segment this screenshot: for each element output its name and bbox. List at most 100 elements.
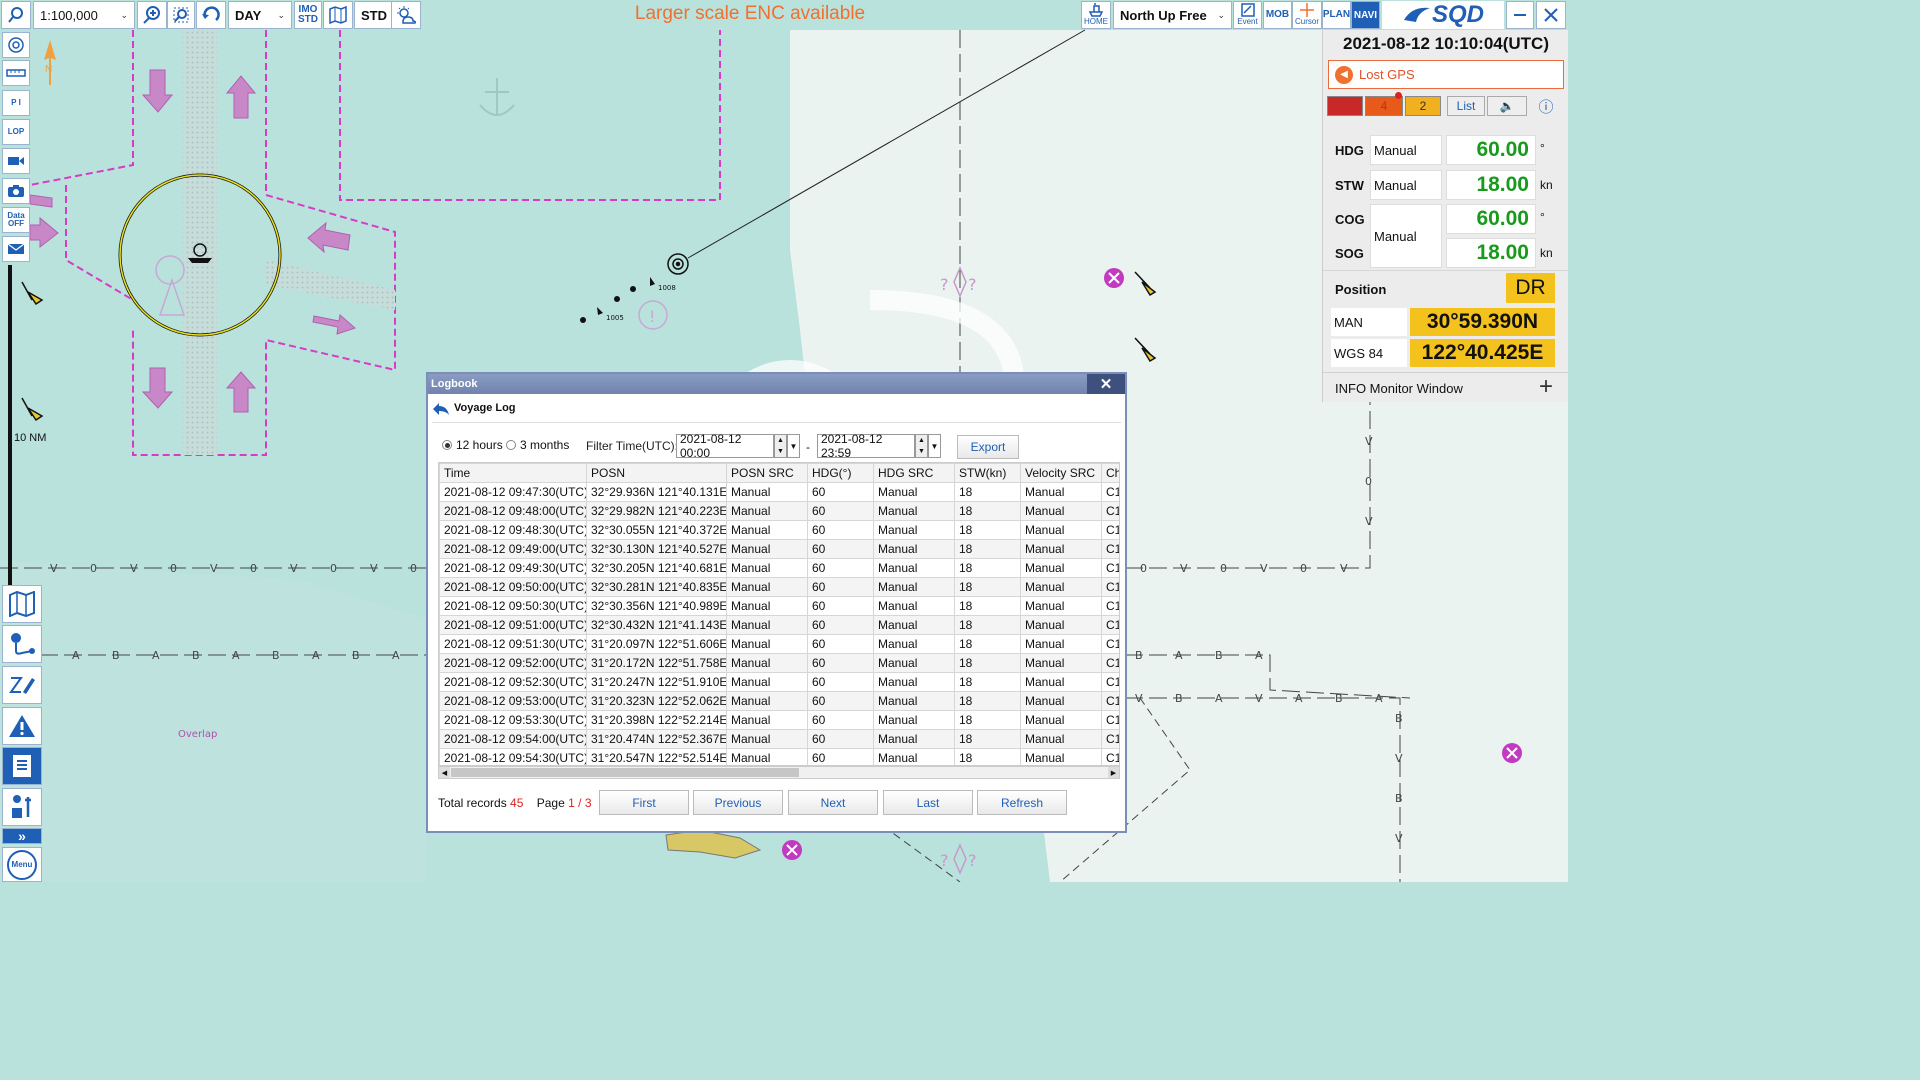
scroll-thumb[interactable] bbox=[451, 768, 799, 777]
stw-source[interactable]: Manual bbox=[1370, 170, 1442, 200]
last-page-button[interactable]: Last bbox=[883, 790, 973, 815]
end-time-spinner[interactable]: ▲ ▼ bbox=[915, 434, 928, 458]
dialog-close-button[interactable]: ✕ bbox=[1087, 374, 1125, 394]
video-button[interactable] bbox=[2, 148, 30, 174]
table-cell: 32°29.982N 121°40.223E bbox=[586, 501, 727, 521]
table-row[interactable]: 2021-08-12 09:54:00(UTC) 31°20.474N 122°5… bbox=[439, 729, 1119, 749]
alarm-count-caution[interactable]: 2 bbox=[1405, 96, 1441, 116]
column-header[interactable]: Velocity SRC bbox=[1020, 463, 1102, 483]
chart-layers-button[interactable] bbox=[323, 1, 353, 29]
svg-text:0: 0 bbox=[1220, 562, 1227, 575]
column-header[interactable]: HDG SRC bbox=[873, 463, 955, 483]
lop-button[interactable]: LOP bbox=[2, 119, 30, 145]
table-row[interactable]: 2021-08-12 09:50:00(UTC) 32°30.281N 121°4… bbox=[439, 577, 1119, 597]
weather-button[interactable] bbox=[391, 1, 421, 29]
table-row[interactable]: 2021-08-12 09:53:00(UTC) 31°20.323N 122°5… bbox=[439, 691, 1119, 711]
zoom-in-button[interactable] bbox=[137, 1, 167, 29]
alarm-list-button[interactable]: List bbox=[1447, 96, 1485, 116]
cog-sog-source[interactable]: Manual bbox=[1370, 204, 1442, 268]
navi-mode-button[interactable]: NAVI bbox=[1351, 1, 1380, 29]
route-tools-button[interactable] bbox=[2, 625, 42, 663]
std-display-button[interactable]: STD bbox=[354, 1, 392, 29]
table-row[interactable]: 2021-08-12 09:50:30(UTC) 32°30.356N 121°4… bbox=[439, 596, 1119, 616]
pi-button[interactable]: P I bbox=[2, 90, 30, 116]
previous-page-button[interactable]: Previous bbox=[693, 790, 783, 815]
table-row[interactable]: 2021-08-12 09:52:30(UTC) 31°20.247N 122°5… bbox=[439, 672, 1119, 692]
voyage-log-table[interactable]: Time POSN POSN SRC HDG(°) HDG SRC STW(kn) Velo… bbox=[438, 462, 1120, 766]
column-header[interactable]: POSN bbox=[586, 463, 727, 483]
table-row[interactable]: 2021-08-12 09:52:00(UTC) 31°20.172N 122°5… bbox=[439, 653, 1119, 673]
table-row[interactable]: 2021-08-12 09:48:00(UTC) 32°29.982N 121°4… bbox=[439, 501, 1119, 521]
orientation-select[interactable]: North Up Free ⌄ bbox=[1113, 1, 1232, 29]
column-header[interactable]: STW(kn) bbox=[954, 463, 1021, 483]
column-header[interactable]: HDG(°) bbox=[807, 463, 874, 483]
user-chart-button[interactable] bbox=[2, 666, 42, 704]
end-time-dropdown[interactable]: ▼ bbox=[928, 434, 941, 458]
close-app-button[interactable] bbox=[1536, 1, 1566, 29]
table-cell: Manual bbox=[726, 748, 808, 765]
display-mode-select[interactable]: DAY ⌄ bbox=[228, 1, 292, 29]
start-time-input[interactable]: 2021-08-12 00:00 bbox=[676, 432, 774, 460]
export-button[interactable]: Export bbox=[957, 435, 1019, 459]
column-header[interactable]: POSN SRC bbox=[726, 463, 808, 483]
scroll-left-icon[interactable]: ◀ bbox=[439, 767, 450, 778]
home-button[interactable]: HOME bbox=[1081, 1, 1111, 29]
table-row[interactable]: 2021-08-12 09:49:00(UTC) 32°30.130N 121°4… bbox=[439, 539, 1119, 559]
plan-mode-button[interactable]: PLAN bbox=[1322, 1, 1351, 29]
position-mode[interactable]: DR bbox=[1506, 273, 1555, 303]
table-cell: 2021-08-12 09:48:00(UTC) bbox=[439, 501, 587, 521]
wave-logo-icon bbox=[1403, 7, 1430, 22]
table-row[interactable]: 2021-08-12 09:49:30(UTC) 32°30.205N 121°4… bbox=[439, 558, 1119, 578]
radio-3-months[interactable]: 3 months bbox=[506, 438, 569, 452]
chart-tools-button[interactable] bbox=[2, 585, 42, 623]
svg-text:B: B bbox=[272, 649, 280, 662]
info-monitor-label: INFO Monitor Window bbox=[1335, 381, 1463, 396]
menu-button[interactable]: Menu bbox=[2, 847, 42, 882]
refresh-chart-button[interactable] bbox=[196, 1, 226, 29]
mob-button[interactable]: MOB bbox=[1263, 1, 1292, 29]
imo-std-button[interactable]: IMO STD bbox=[294, 1, 322, 29]
gps-status-alert[interactable]: ◀ Lost GPS bbox=[1328, 60, 1564, 89]
first-page-button[interactable]: First bbox=[599, 790, 689, 815]
scroll-right-icon[interactable]: ▶ bbox=[1108, 767, 1119, 778]
horizontal-scrollbar[interactable]: ◀ ▶ bbox=[438, 766, 1120, 779]
alarm-count-critical[interactable]: 0 bbox=[1327, 96, 1363, 116]
table-row[interactable]: 2021-08-12 09:51:30(UTC) 31°20.097N 122°5… bbox=[439, 634, 1119, 654]
info-monitor-header[interactable]: INFO Monitor Window + bbox=[1323, 372, 1569, 402]
ruler-button[interactable] bbox=[2, 60, 30, 86]
column-header[interactable]: Chart bbox=[1101, 463, 1119, 483]
back-arrow-icon[interactable] bbox=[432, 401, 450, 417]
alarm-button[interactable] bbox=[2, 707, 42, 745]
info-button[interactable]: ⓘ bbox=[1533, 96, 1559, 116]
next-page-button[interactable]: Next bbox=[788, 790, 878, 815]
radio-12-hours[interactable]: 12 hours bbox=[442, 438, 503, 452]
maintenance-button[interactable] bbox=[2, 788, 42, 826]
minimize-button[interactable] bbox=[1506, 1, 1534, 29]
mute-button[interactable]: 🔈 bbox=[1487, 96, 1527, 116]
end-time-input[interactable]: 2021-08-12 23:59 bbox=[817, 432, 915, 460]
table-row[interactable]: 2021-08-12 09:53:30(UTC) 31°20.398N 122°5… bbox=[439, 710, 1119, 730]
table-row[interactable]: 2021-08-12 09:54:30(UTC) 31°20.547N 122°5… bbox=[439, 748, 1119, 765]
column-header[interactable]: Time bbox=[439, 463, 587, 483]
message-button[interactable] bbox=[2, 236, 30, 262]
table-row[interactable]: 2021-08-12 09:47:30(UTC) 32°29.936N 121°4… bbox=[439, 482, 1119, 502]
start-time-dropdown[interactable]: ▼ bbox=[787, 434, 800, 458]
table-row[interactable]: 2021-08-12 09:48:30(UTC) 32°30.055N 121°4… bbox=[439, 520, 1119, 540]
expand-toolbar-button[interactable]: » bbox=[2, 828, 42, 844]
hdg-source[interactable]: Manual bbox=[1370, 135, 1442, 165]
refresh-button[interactable]: Refresh bbox=[977, 790, 1067, 815]
zoom-area-button[interactable] bbox=[167, 1, 195, 29]
data-off-button[interactable]: Data OFF bbox=[2, 207, 30, 233]
cursor-button[interactable]: Cursor bbox=[1292, 1, 1322, 29]
event-button[interactable]: Event bbox=[1233, 1, 1262, 29]
logbook-button[interactable] bbox=[2, 747, 42, 785]
search-button[interactable] bbox=[1, 1, 31, 29]
svg-text:A: A bbox=[72, 649, 80, 662]
position-source[interactable]: MAN bbox=[1331, 308, 1407, 336]
ebl-vrm-button[interactable] bbox=[2, 32, 30, 58]
table-row[interactable]: 2021-08-12 09:51:00(UTC) 32°30.432N 121°4… bbox=[439, 615, 1119, 635]
start-time-spinner[interactable]: ▲ ▼ bbox=[774, 434, 787, 458]
scale-select[interactable]: 1:100,000 ⌄ bbox=[33, 1, 135, 29]
alarm-count-warning[interactable]: 4 bbox=[1365, 96, 1403, 116]
screenshot-button[interactable] bbox=[2, 178, 30, 204]
